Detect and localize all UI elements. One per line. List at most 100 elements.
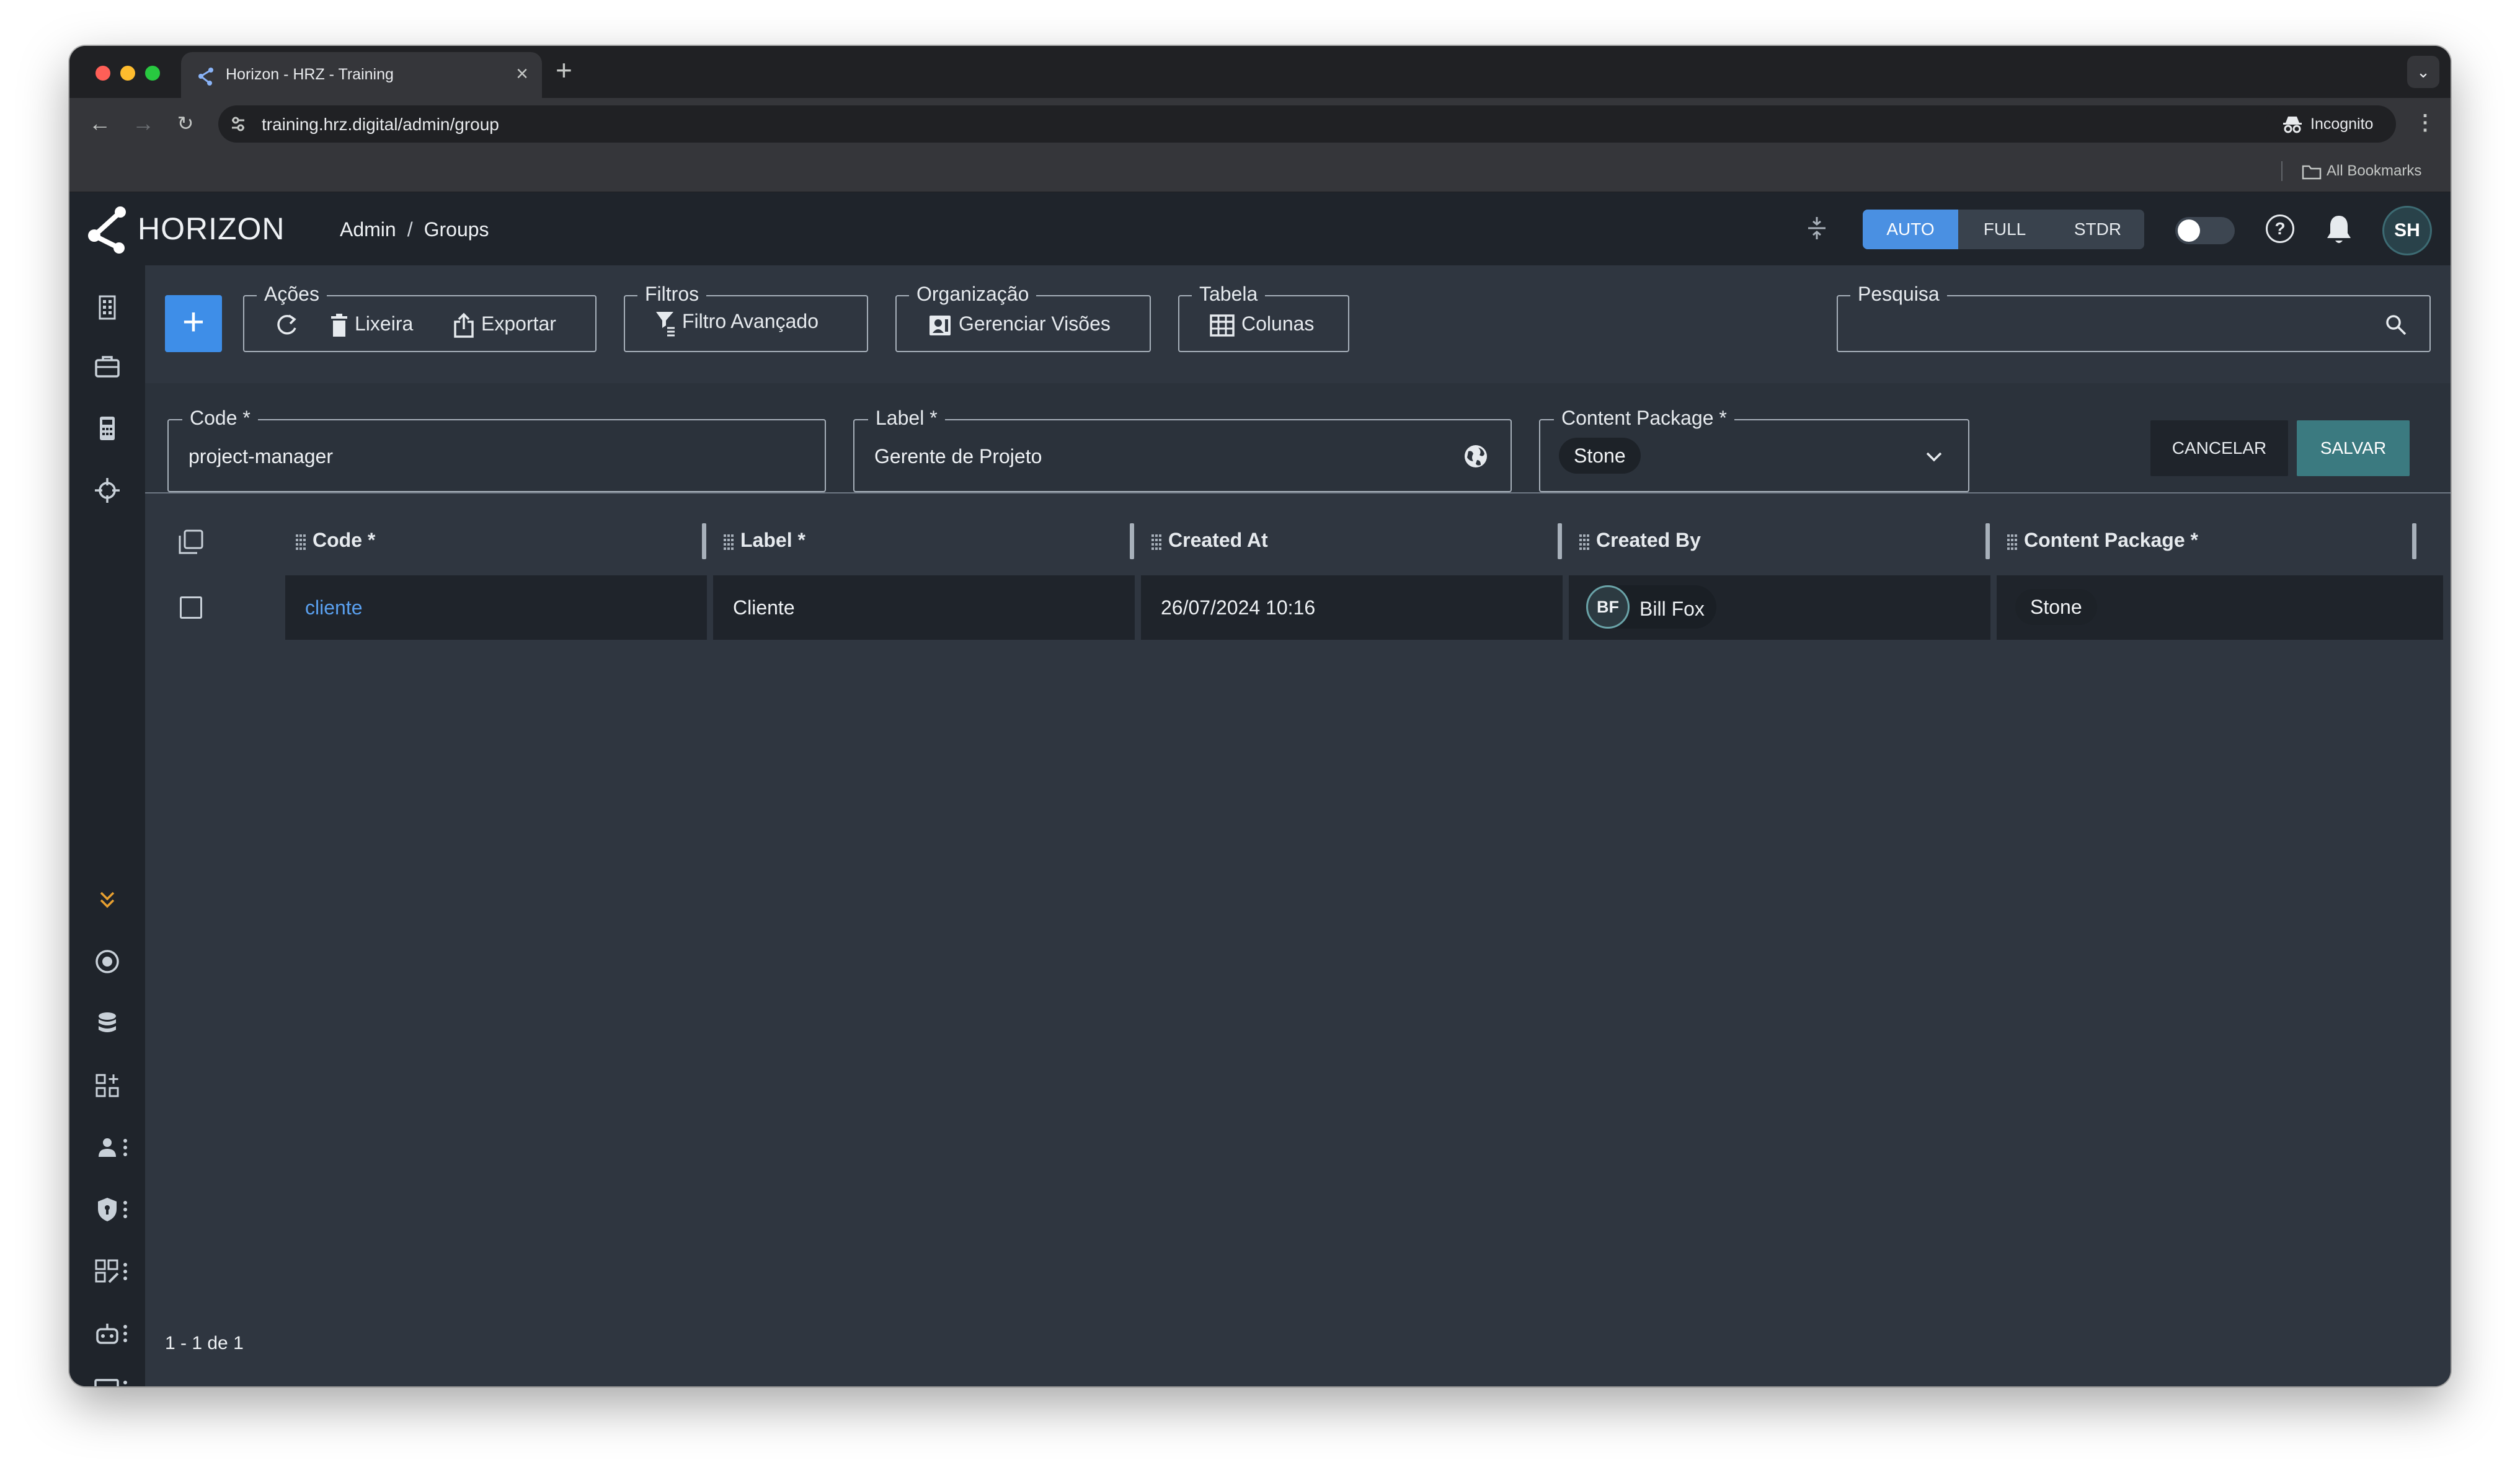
column-header-label[interactable]: Label *	[723, 524, 805, 555]
column-header-created-at[interactable]: Created At	[1151, 524, 1268, 555]
breadcrumb-separator: /	[407, 218, 413, 241]
chevron-down-icon[interactable]	[1923, 446, 1945, 467]
column-header-content-package[interactable]: Content Package *	[2007, 524, 2198, 555]
column-resizer[interactable]	[1558, 523, 1562, 559]
organization-legend: Organização	[909, 283, 1037, 306]
column-header-created-by-label: Created By	[1596, 529, 1701, 551]
notifications-bell-icon[interactable]	[2324, 213, 2354, 246]
density-icon[interactable]	[1806, 216, 1828, 246]
row-checkbox[interactable]	[180, 596, 202, 619]
maximize-window-button[interactable]	[145, 66, 160, 81]
created-by-chip[interactable]: BF Bill Fox	[1586, 585, 1716, 629]
view-mode-switch: AUTO FULL STDR	[1863, 210, 2144, 249]
content-package-field-label: Content Package *	[1554, 407, 1734, 430]
columns-button[interactable]: Colunas	[1209, 305, 1314, 342]
horizon-favicon-icon	[198, 68, 213, 86]
close-window-button[interactable]	[95, 66, 110, 81]
created-by-avatar: BF	[1586, 585, 1630, 629]
address-bar[interactable]: training.hrz.digital/admin/group ☆	[218, 105, 2327, 143]
drag-grip-icon[interactable]	[2007, 534, 2018, 550]
column-header-label-label: Label *	[740, 529, 805, 551]
trash-button[interactable]: Lixeira	[330, 305, 413, 342]
cell-label: Cliente	[713, 575, 1135, 640]
select-all-icon[interactable]	[177, 528, 205, 555]
theme-toggle[interactable]	[2175, 217, 2235, 244]
label-input[interactable]: Gerente de Projeto	[874, 445, 1042, 468]
bookmarks-bar: All Bookmarks	[69, 150, 2451, 192]
building-icon[interactable]	[93, 293, 122, 321]
forward-button[interactable]: →	[129, 109, 158, 138]
globe-icon[interactable]	[1462, 443, 1489, 470]
briefcase-icon[interactable]	[93, 352, 122, 381]
grid-plus-icon[interactable]	[93, 1071, 122, 1100]
table-legend: Tabela	[1192, 283, 1266, 306]
incognito-badge[interactable]: Incognito	[2266, 105, 2396, 143]
back-button[interactable]: ←	[86, 109, 114, 138]
drag-grip-icon[interactable]	[295, 534, 306, 550]
code-input[interactable]: project-manager	[189, 445, 333, 468]
reload-button[interactable]: ↻	[171, 109, 200, 138]
column-header-code-label: Code *	[313, 529, 376, 551]
view-mode-auto[interactable]: AUTO	[1863, 210, 1958, 249]
browser-menu-icon[interactable]: ⋮	[2415, 110, 2436, 135]
circle-target-icon[interactable]	[93, 947, 122, 976]
breadcrumb-admin[interactable]: Admin	[340, 218, 396, 241]
export-label: Exportar	[481, 312, 556, 335]
organization-group: Organização Gerenciar Visões	[895, 283, 1151, 352]
column-resizer[interactable]	[702, 523, 706, 559]
search-field[interactable]: Pesquisa	[1837, 283, 2431, 352]
search-icon[interactable]	[2385, 314, 2407, 336]
code-field[interactable]: Code * project-manager	[167, 407, 826, 492]
column-header-code[interactable]: Code *	[295, 524, 375, 555]
drag-grip-icon[interactable]	[1579, 534, 1590, 550]
browser-tab[interactable]: Horizon - HRZ - Training ×	[181, 52, 542, 98]
advanced-filter-button[interactable]: Filtro Avançado	[654, 303, 819, 340]
all-bookmarks-button[interactable]: All Bookmarks	[2302, 162, 2421, 180]
new-tab-button[interactable]: +	[556, 53, 572, 87]
label-field[interactable]: Label * Gerente de Projeto	[853, 407, 1512, 492]
folder-icon	[2302, 165, 2322, 179]
qr-menu-icon[interactable]	[93, 1257, 122, 1286]
export-button[interactable]: Exportar	[453, 305, 556, 342]
view-mode-full[interactable]: FULL	[1958, 210, 2051, 249]
help-icon[interactable]: ?	[2266, 215, 2294, 243]
shield-menu-icon[interactable]	[93, 1195, 122, 1224]
cancel-button[interactable]: CANCELAR	[2150, 420, 2288, 476]
user-avatar[interactable]: SH	[2382, 206, 2432, 255]
tab-search-button[interactable]: ⌄	[2407, 56, 2439, 88]
all-bookmarks-label: All Bookmarks	[2327, 162, 2422, 179]
column-resizer[interactable]	[1130, 523, 1134, 559]
site-settings-icon[interactable]	[228, 114, 248, 134]
column-header-created-by[interactable]: Created By	[1579, 524, 1701, 555]
content-package-field[interactable]: Content Package * Stone	[1539, 407, 1969, 492]
database-icon[interactable]	[93, 1009, 122, 1038]
user-menu-icon[interactable]	[93, 1133, 122, 1162]
created-by-name: Bill Fox	[1639, 598, 1705, 620]
url-text: training.hrz.digital/admin/group	[262, 115, 499, 134]
app-header: HORIZON Admin / Groups AUTO FULL STDR ? SH	[69, 192, 2451, 265]
chevrons-down-icon[interactable]	[93, 885, 122, 914]
user-menu-dots-icon	[123, 1139, 127, 1156]
minimize-window-button[interactable]	[120, 66, 135, 81]
save-button[interactable]: SALVAR	[2297, 420, 2410, 476]
drag-grip-icon[interactable]	[723, 534, 734, 550]
table-row[interactable]: cliente Cliente 26/07/2024 10:16 BF Bill…	[145, 575, 2451, 640]
close-tab-icon[interactable]: ×	[516, 62, 528, 86]
screen-menu-icon[interactable]	[93, 1375, 122, 1386]
add-group-button[interactable]: +	[165, 295, 222, 352]
incognito-label: Incognito	[2310, 115, 2374, 133]
robot-menu-icon[interactable]	[93, 1319, 122, 1348]
column-resizer[interactable]	[2412, 523, 2416, 559]
row-code-link[interactable]: cliente	[305, 596, 363, 619]
calculator-icon[interactable]	[93, 414, 122, 443]
manage-views-button[interactable]: Gerenciar Visões	[928, 305, 1111, 342]
refresh-button[interactable]	[273, 305, 306, 342]
content-package-chip[interactable]: Stone	[1559, 438, 1641, 474]
view-mode-stdr[interactable]: STDR	[2051, 210, 2144, 249]
refresh-icon	[277, 314, 296, 334]
column-resizer[interactable]	[1985, 523, 1990, 559]
row-content-package-chip[interactable]: Stone	[2015, 589, 2097, 625]
crosshair-icon[interactable]	[93, 476, 122, 505]
browser-toolbar: ← → ↻ training.hrz.digital/admin/group ☆…	[69, 98, 2451, 150]
drag-grip-icon[interactable]	[1151, 534, 1162, 550]
